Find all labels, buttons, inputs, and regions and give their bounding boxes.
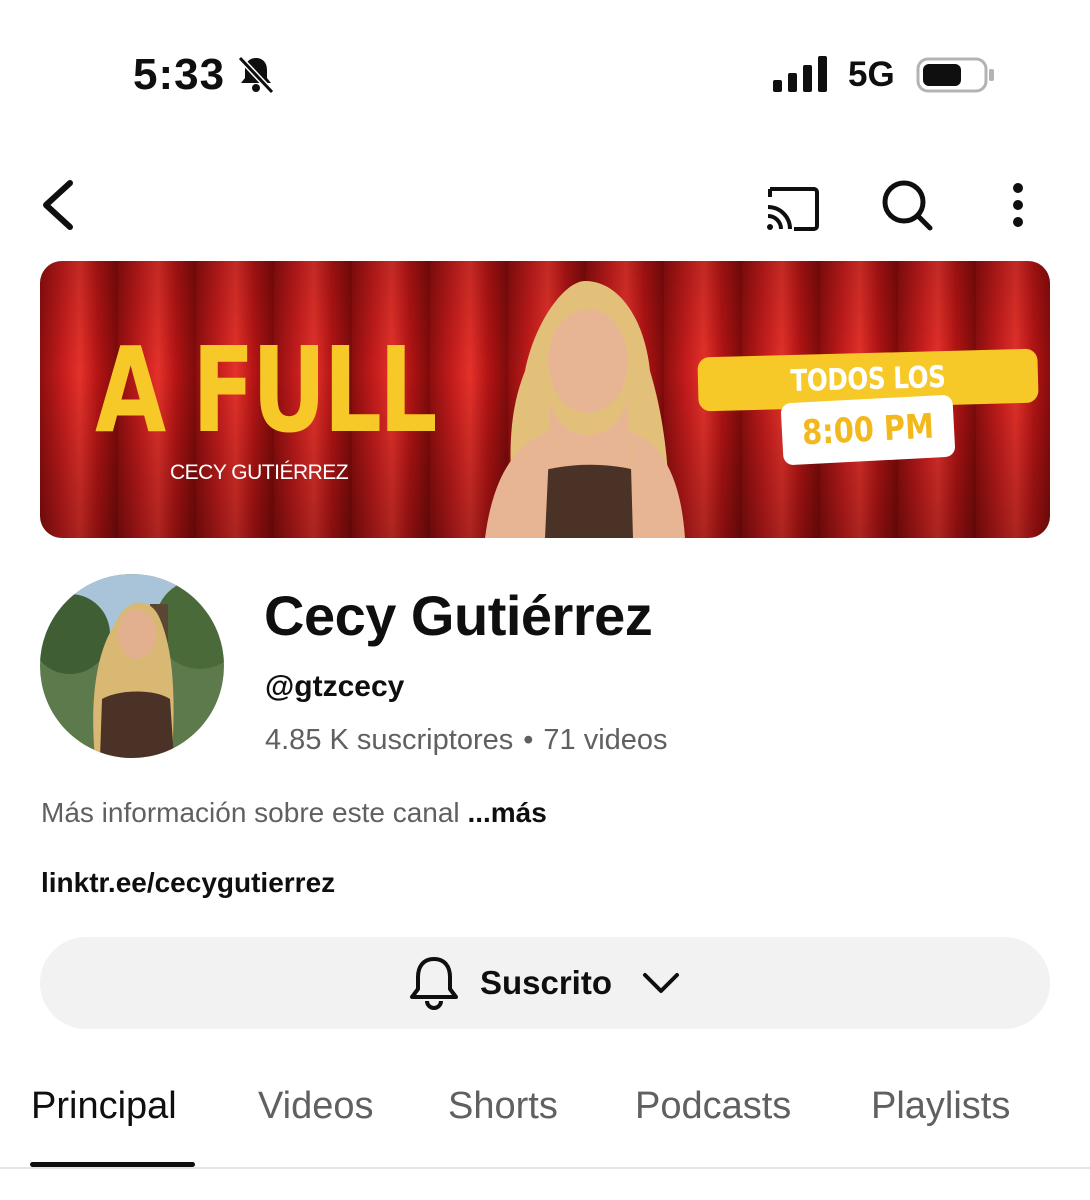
channel-stats: 4.85 K suscriptores • 71 videos bbox=[265, 724, 668, 757]
tab-podcasts[interactable]: Podcasts bbox=[635, 1085, 791, 1128]
channel-name: Cecy Gutiérrez bbox=[264, 584, 653, 647]
tab-videos[interactable]: Videos bbox=[258, 1085, 374, 1128]
subscribed-button[interactable]: Suscrito bbox=[40, 937, 1050, 1029]
channel-avatar[interactable] bbox=[40, 574, 224, 758]
more-vert-icon[interactable] bbox=[990, 175, 1050, 235]
back-icon[interactable] bbox=[30, 175, 90, 235]
video-count: 71 videos bbox=[543, 724, 668, 756]
channel-tabs: Principal Videos Shorts Podcasts Playlis… bbox=[0, 1085, 1090, 1165]
subscribed-label: Suscrito bbox=[479, 964, 613, 1001]
tab-playlists[interactable]: Playlists bbox=[871, 1085, 1010, 1128]
channel-about[interactable]: Más información sobre este canal ...más bbox=[41, 797, 547, 829]
channel-handle: @gtzcecy bbox=[265, 670, 405, 703]
about-text: Más información sobre este canal bbox=[41, 797, 460, 828]
tab-shorts[interactable]: Shorts bbox=[448, 1085, 558, 1128]
banner-host-photo bbox=[485, 281, 685, 538]
status-time: 5:33 bbox=[133, 50, 226, 99]
schedule-time-badge: 8:00 PM bbox=[780, 394, 956, 466]
about-more-link[interactable]: ...más bbox=[467, 797, 546, 828]
search-icon[interactable] bbox=[876, 175, 936, 235]
cast-icon[interactable] bbox=[762, 175, 822, 235]
network-label: 5G bbox=[848, 55, 895, 94]
bell-off-icon bbox=[237, 55, 275, 95]
tab-principal[interactable]: Principal bbox=[31, 1085, 177, 1128]
bell-icon bbox=[409, 957, 458, 1010]
tabs-divider bbox=[0, 1167, 1090, 1169]
battery-icon bbox=[916, 57, 994, 93]
schedule-time-text: 8:00 PM bbox=[801, 406, 935, 454]
chevron-down-icon bbox=[643, 973, 680, 993]
avatar-photo bbox=[40, 574, 224, 758]
channel-link[interactable]: linktr.ee/cecygutierrez bbox=[41, 867, 335, 899]
banner-subtitle: CECY GUTIÉRREZ bbox=[170, 461, 349, 484]
signal-icon bbox=[773, 56, 827, 92]
stats-separator: • bbox=[523, 724, 534, 756]
channel-banner: A FULL CECY GUTIÉRREZ TODOS LOS MIÉRCOLE… bbox=[40, 261, 1050, 538]
subscriber-count: 4.85 K suscriptores bbox=[265, 724, 514, 756]
banner-title: A FULL bbox=[95, 321, 438, 459]
